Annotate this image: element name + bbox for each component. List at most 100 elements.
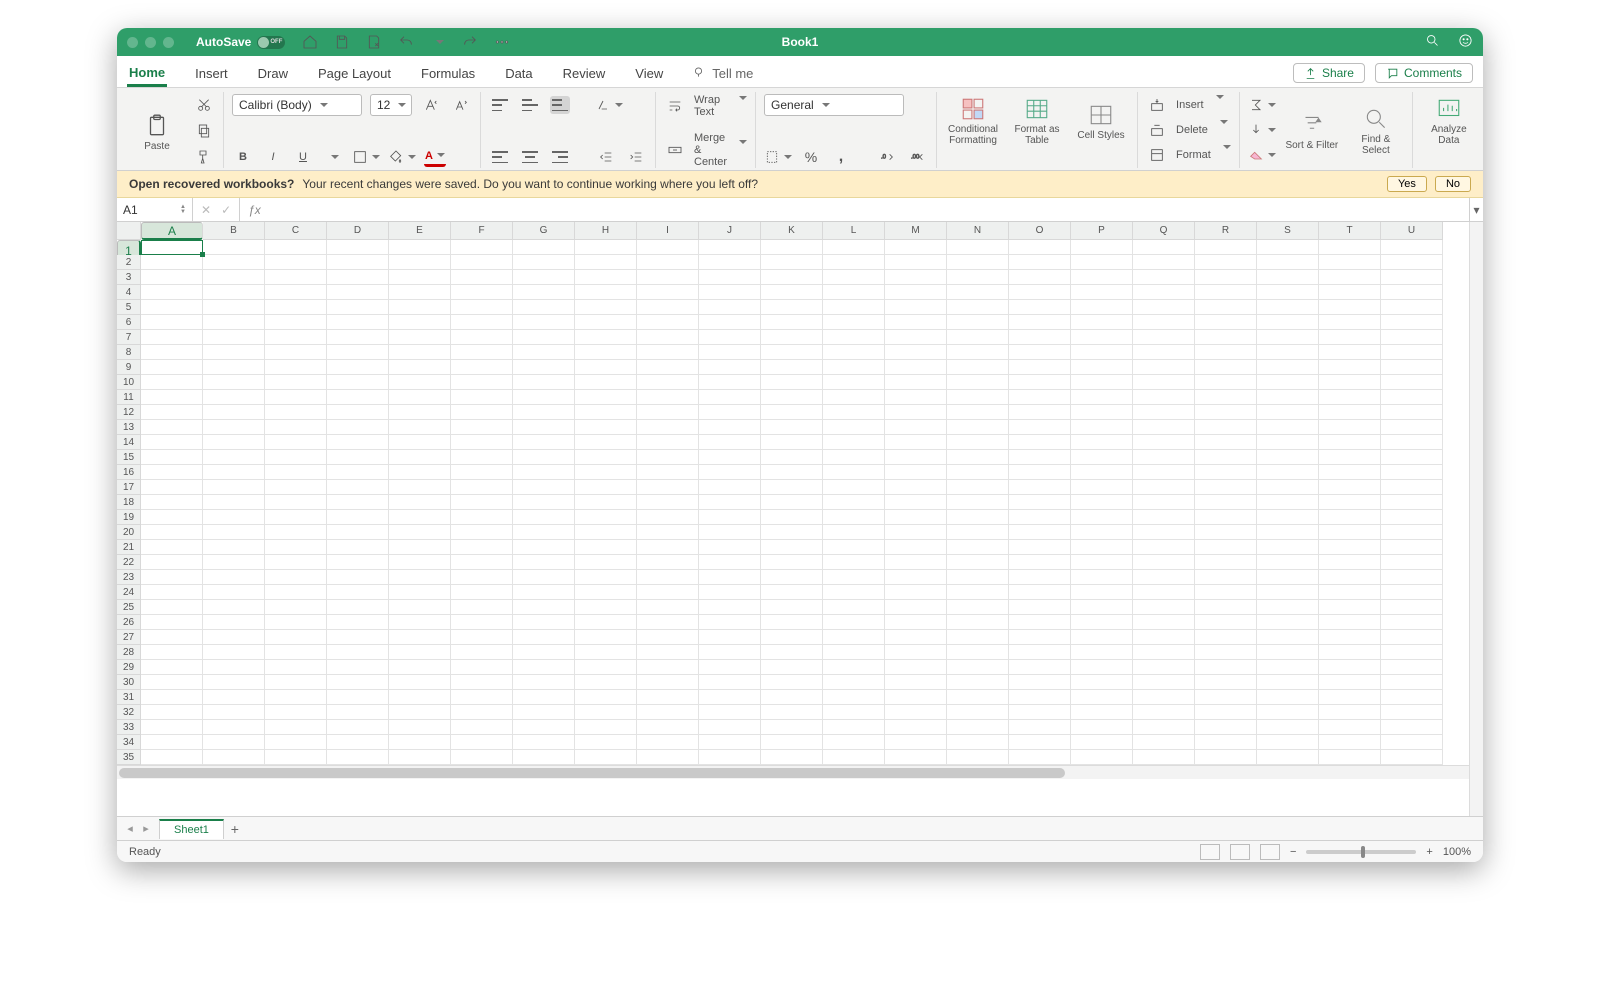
cell[interactable] bbox=[1009, 660, 1071, 675]
cell[interactable] bbox=[1071, 345, 1133, 360]
cell[interactable] bbox=[1381, 555, 1443, 570]
cell[interactable] bbox=[699, 360, 761, 375]
cell[interactable] bbox=[1381, 720, 1443, 735]
cell[interactable] bbox=[947, 510, 1009, 525]
cell[interactable] bbox=[1381, 405, 1443, 420]
cell[interactable] bbox=[575, 630, 637, 645]
cell[interactable] bbox=[885, 360, 947, 375]
decrease-font-icon[interactable] bbox=[450, 94, 472, 116]
cell[interactable] bbox=[1009, 345, 1071, 360]
cell[interactable] bbox=[699, 675, 761, 690]
align-top-button[interactable] bbox=[489, 94, 511, 116]
cell[interactable] bbox=[1195, 360, 1257, 375]
cell[interactable] bbox=[823, 345, 885, 360]
cell[interactable] bbox=[513, 585, 575, 600]
cell[interactable] bbox=[327, 630, 389, 645]
cell[interactable] bbox=[1195, 615, 1257, 630]
cell[interactable] bbox=[947, 705, 1009, 720]
cell[interactable] bbox=[203, 540, 265, 555]
cell[interactable] bbox=[203, 360, 265, 375]
cell[interactable] bbox=[203, 465, 265, 480]
cell[interactable] bbox=[1381, 735, 1443, 750]
cell[interactable] bbox=[823, 315, 885, 330]
comments-button[interactable]: Comments bbox=[1375, 63, 1473, 83]
cell[interactable] bbox=[885, 630, 947, 645]
cell[interactable] bbox=[823, 375, 885, 390]
cell[interactable] bbox=[637, 570, 699, 585]
cell[interactable] bbox=[1257, 525, 1319, 540]
orientation-button[interactable] bbox=[595, 94, 623, 116]
cell[interactable] bbox=[513, 480, 575, 495]
cell[interactable] bbox=[1195, 570, 1257, 585]
cell[interactable] bbox=[265, 660, 327, 675]
cell[interactable] bbox=[761, 420, 823, 435]
cell[interactable] bbox=[823, 645, 885, 660]
cell[interactable] bbox=[265, 435, 327, 450]
cell[interactable] bbox=[389, 600, 451, 615]
cell[interactable] bbox=[885, 510, 947, 525]
cell[interactable] bbox=[513, 405, 575, 420]
cell[interactable] bbox=[1009, 705, 1071, 720]
column-header[interactable]: B bbox=[203, 222, 265, 240]
row-header[interactable]: 11 bbox=[117, 390, 141, 405]
cell[interactable] bbox=[1133, 735, 1195, 750]
cell[interactable] bbox=[1009, 585, 1071, 600]
cell[interactable] bbox=[203, 300, 265, 315]
fill-color-button[interactable] bbox=[388, 146, 416, 168]
cell[interactable] bbox=[141, 240, 203, 255]
cell[interactable] bbox=[1381, 285, 1443, 300]
cell[interactable] bbox=[637, 525, 699, 540]
column-header[interactable]: R bbox=[1195, 222, 1257, 240]
cell[interactable] bbox=[637, 645, 699, 660]
cell[interactable] bbox=[1195, 690, 1257, 705]
cell[interactable] bbox=[885, 495, 947, 510]
cell[interactable] bbox=[1009, 630, 1071, 645]
cell[interactable] bbox=[1257, 450, 1319, 465]
cell[interactable] bbox=[699, 300, 761, 315]
cell[interactable] bbox=[823, 495, 885, 510]
cell[interactable] bbox=[513, 315, 575, 330]
cell[interactable] bbox=[141, 450, 203, 465]
clear-button[interactable] bbox=[1248, 144, 1276, 166]
cut-icon[interactable] bbox=[193, 94, 215, 116]
cell[interactable] bbox=[1257, 315, 1319, 330]
tab-review[interactable]: Review bbox=[561, 66, 608, 87]
cell[interactable] bbox=[575, 555, 637, 570]
row-header[interactable]: 28 bbox=[117, 645, 141, 660]
cell[interactable] bbox=[575, 615, 637, 630]
cell[interactable] bbox=[761, 270, 823, 285]
cell[interactable] bbox=[823, 510, 885, 525]
align-right-button[interactable] bbox=[549, 146, 571, 168]
cell[interactable] bbox=[389, 450, 451, 465]
row-header[interactable]: 24 bbox=[117, 585, 141, 600]
cell[interactable] bbox=[1195, 555, 1257, 570]
cell[interactable] bbox=[637, 615, 699, 630]
cell[interactable] bbox=[637, 675, 699, 690]
row-header[interactable]: 12 bbox=[117, 405, 141, 420]
cell[interactable] bbox=[637, 495, 699, 510]
cell[interactable] bbox=[265, 510, 327, 525]
cell[interactable] bbox=[1319, 705, 1381, 720]
cell[interactable] bbox=[947, 540, 1009, 555]
cell[interactable] bbox=[265, 720, 327, 735]
select-all-cell[interactable] bbox=[117, 222, 141, 240]
cell[interactable] bbox=[203, 240, 265, 255]
cell[interactable] bbox=[761, 405, 823, 420]
cell[interactable] bbox=[1009, 315, 1071, 330]
cell[interactable] bbox=[885, 390, 947, 405]
cell[interactable] bbox=[265, 315, 327, 330]
cell[interactable] bbox=[699, 750, 761, 765]
format-painter-icon[interactable] bbox=[193, 146, 215, 168]
cell[interactable] bbox=[265, 570, 327, 585]
cell[interactable] bbox=[1257, 285, 1319, 300]
cell[interactable] bbox=[1133, 525, 1195, 540]
cell[interactable] bbox=[389, 420, 451, 435]
cell[interactable] bbox=[1009, 255, 1071, 270]
cell[interactable] bbox=[1381, 660, 1443, 675]
cell[interactable] bbox=[1009, 600, 1071, 615]
cell[interactable] bbox=[947, 615, 1009, 630]
cell[interactable] bbox=[1257, 600, 1319, 615]
autosave-switch[interactable]: OFF bbox=[257, 36, 285, 49]
cell[interactable] bbox=[1009, 285, 1071, 300]
cell[interactable] bbox=[389, 345, 451, 360]
